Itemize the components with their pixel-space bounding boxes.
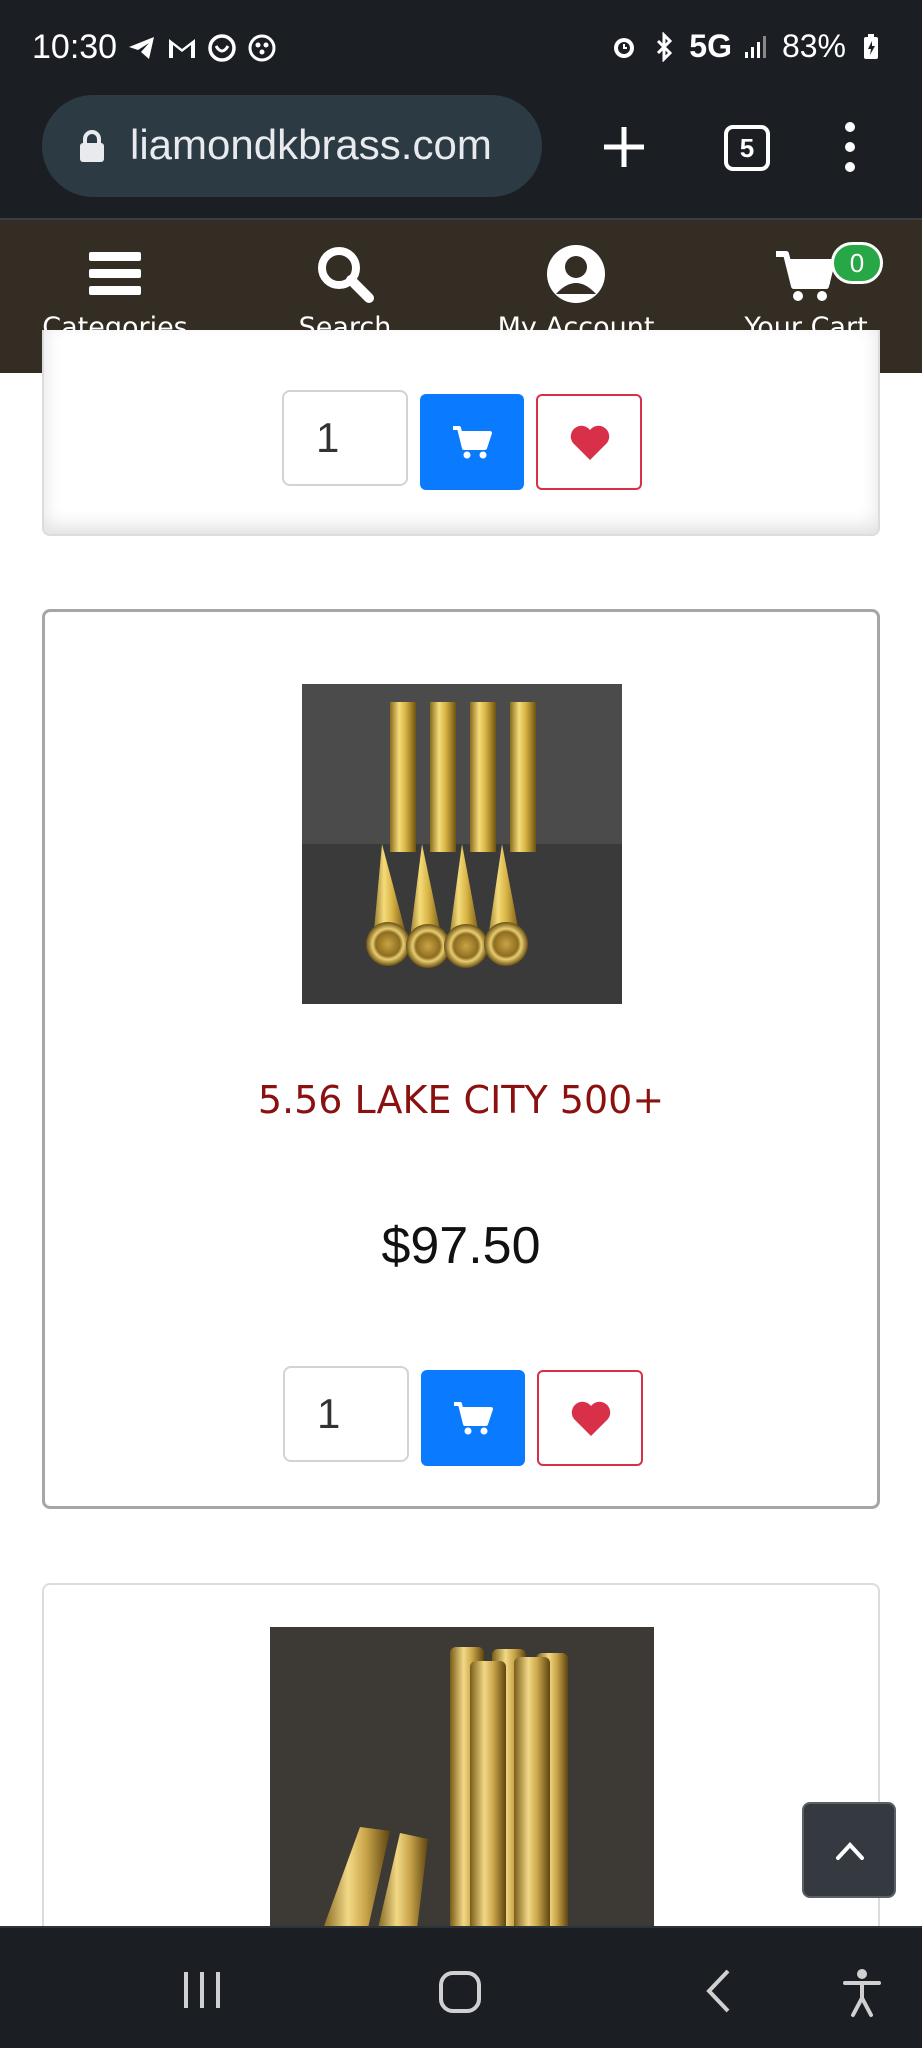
cart-count-badge: 0 <box>831 242 883 284</box>
cart-icon <box>454 1402 493 1435</box>
heart-icon <box>571 1401 611 1436</box>
product-image[interactable] <box>302 684 622 1004</box>
search-icon <box>318 247 374 303</box>
add-to-wishlist-button[interactable] <box>536 394 642 490</box>
scroll-to-top-button[interactable] <box>802 1802 896 1898</box>
product-image[interactable] <box>270 1627 654 1937</box>
status-bar: 10:30 5G 83% <box>0 0 922 95</box>
product-price: $97.50 <box>381 1217 541 1275</box>
back-icon[interactable] <box>704 1968 732 2014</box>
cart-icon <box>776 251 835 301</box>
alarm-icon <box>614 37 635 58</box>
product-card: 5.56 LAKE CITY 500+ $97.50 1 <box>42 609 880 1509</box>
quantity-input[interactable]: 1 <box>283 1366 409 1462</box>
bluetooth-icon <box>657 31 673 62</box>
status-time: 10:30 <box>32 28 118 66</box>
url-text[interactable]: liamondkbrass.com <box>130 121 530 169</box>
system-status: 5G 83% <box>609 28 886 65</box>
messenger-icon <box>208 34 236 62</box>
browser-menu-icon[interactable] <box>836 117 864 177</box>
gmail-icon <box>169 39 195 58</box>
hamburger-icon <box>89 252 141 295</box>
add-to-wishlist-button[interactable] <box>537 1370 643 1466</box>
product-card: 1 <box>42 330 880 536</box>
battery-icon <box>864 33 878 59</box>
phone-screen: 10:30 5G 83% liamondkbrass.com 5 Categor… <box>0 0 922 2048</box>
recent-apps-icon[interactable] <box>180 1970 224 2010</box>
tab-switcher-button[interactable]: 5 <box>724 125 770 171</box>
notification-icons <box>126 32 278 64</box>
brass-casings-image <box>270 1627 654 1937</box>
chevron-up-icon <box>836 1842 864 1860</box>
system-navigation-bar <box>0 1926 922 2048</box>
product-title-link[interactable]: 5.56 LAKE CITY 500+ <box>45 1078 877 1122</box>
telegram-icon <box>129 37 154 59</box>
add-to-cart-button[interactable] <box>421 1370 525 1466</box>
address-bar[interactable]: liamondkbrass.com <box>42 95 542 197</box>
battery-percent: 83% <box>781 28 846 64</box>
brass-casings-image <box>302 684 622 1004</box>
home-icon[interactable] <box>438 1970 482 2014</box>
new-tab-plus-icon[interactable] <box>596 119 652 175</box>
quantity-input[interactable]: 1 <box>282 390 408 486</box>
browser-toolbar: liamondkbrass.com 5 <box>0 95 922 220</box>
add-to-cart-button[interactable] <box>420 394 524 490</box>
signal-icon <box>744 35 766 58</box>
lock-icon <box>80 130 104 162</box>
account-icon <box>547 245 605 303</box>
network-type: 5G <box>689 28 732 64</box>
app-icon <box>248 34 276 62</box>
heart-icon <box>570 425 610 460</box>
accessibility-icon[interactable] <box>842 1968 882 2018</box>
cart-icon <box>453 426 492 459</box>
